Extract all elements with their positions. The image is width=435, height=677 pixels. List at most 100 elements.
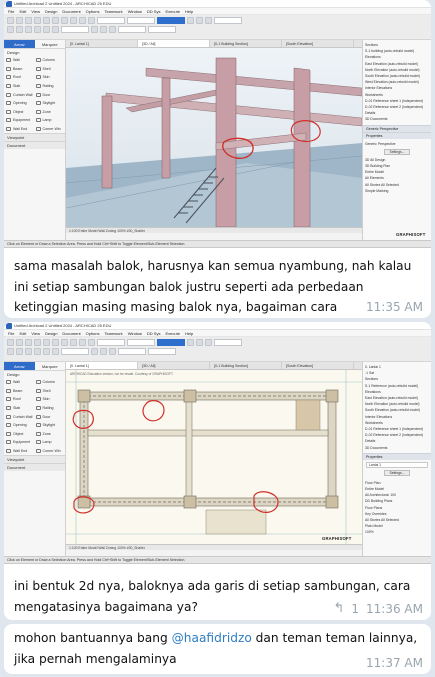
- toolbox-viewpoint-section[interactable]: Viewpoint: [4, 455, 65, 464]
- properties-header[interactable]: Properties: [363, 131, 431, 139]
- toolbar-button[interactable]: [187, 17, 194, 24]
- toolbar-button[interactable]: [7, 348, 14, 355]
- toolbar-button[interactable]: [79, 339, 86, 346]
- toolbar-dropdown[interactable]: [127, 17, 155, 24]
- 3d-canvas[interactable]: [66, 48, 362, 227]
- toolbar-button[interactable]: [43, 26, 50, 33]
- tool-lamp[interactable]: Lamp: [35, 116, 64, 125]
- toolbar-button[interactable]: [25, 339, 32, 346]
- tool-shell[interactable]: Shell: [35, 65, 64, 74]
- nav-item[interactable]: 3D Documents: [365, 445, 429, 451]
- menu-item[interactable]: View: [31, 8, 40, 14]
- menu-item[interactable]: Design: [45, 8, 57, 14]
- tool-slab[interactable]: Slab: [6, 82, 34, 91]
- toolbar-button[interactable]: [16, 17, 23, 24]
- toolbar-button[interactable]: [43, 339, 50, 346]
- toolbar-button[interactable]: [16, 339, 23, 346]
- story-field[interactable]: Lantai 1: [366, 461, 428, 468]
- toolbar-button[interactable]: [61, 339, 68, 346]
- tool-skylight[interactable]: Skylight: [35, 421, 64, 430]
- toolbar-dropdown[interactable]: [118, 348, 146, 355]
- toolbar-button[interactable]: [205, 17, 212, 24]
- toolbar-button[interactable]: [7, 339, 14, 346]
- toolbar-button[interactable]: [109, 26, 116, 33]
- properties-header[interactable]: Properties: [363, 452, 431, 460]
- tool-opening[interactable]: Opening: [6, 421, 34, 430]
- screenshot-floor-plan[interactable]: Untitled Archicad 2 Untitled 2024 - ARCH…: [4, 322, 431, 564]
- tool-roof[interactable]: Roof: [6, 395, 34, 404]
- tool-wall[interactable]: Wall: [6, 378, 34, 387]
- tool-opening[interactable]: Opening: [6, 99, 34, 108]
- property-row[interactable]: 100%: [365, 529, 429, 535]
- menu-item[interactable]: Help: [185, 330, 193, 336]
- toolbar-button[interactable]: [88, 17, 95, 24]
- tool-roof[interactable]: Roof: [6, 73, 34, 82]
- menu-item[interactable]: File: [8, 8, 14, 14]
- tool-column[interactable]: Column: [35, 378, 64, 387]
- menu-item[interactable]: Design: [45, 330, 57, 336]
- toolbar-button[interactable]: [52, 26, 59, 33]
- menu-item[interactable]: DD Sys: [147, 8, 161, 14]
- tool-curtain-wall[interactable]: Curtain Wall: [6, 412, 34, 421]
- toolbar-button[interactable]: [34, 17, 41, 24]
- menu-item[interactable]: Teamwork: [104, 8, 122, 14]
- toolbox-document-section[interactable]: Document: [4, 141, 65, 150]
- tool-beam[interactable]: Beam: [6, 65, 34, 74]
- reply-count[interactable]: 1: [351, 602, 359, 616]
- floor-plan-button[interactable]: [157, 339, 185, 346]
- screenshot-3d-view[interactable]: Untitled Archicad 2 Untitled 2024 - ARCH…: [4, 0, 431, 248]
- menu-item[interactable]: Options: [86, 330, 100, 336]
- tool-corner-window[interactable]: Corner Win: [35, 447, 64, 456]
- tool-object[interactable]: Object: [6, 108, 34, 117]
- tool-railing[interactable]: Railing: [35, 82, 64, 91]
- menu-item[interactable]: Window: [128, 330, 142, 336]
- toolbar-button[interactable]: [70, 17, 77, 24]
- tool-corner-window[interactable]: Corner Win: [35, 125, 64, 134]
- toolbar-button[interactable]: [7, 17, 14, 24]
- tab-floor-plan[interactable]: [0. Lantai 1]: [66, 362, 138, 369]
- reply-icon[interactable]: ↰: [333, 601, 344, 616]
- menu-item[interactable]: Edit: [19, 8, 26, 14]
- tool-equipment[interactable]: Equipment: [6, 438, 34, 447]
- settings-button[interactable]: Settings...: [384, 148, 410, 155]
- tool-wall-end[interactable]: Wall End: [6, 125, 34, 134]
- tool-railing[interactable]: Railing: [35, 404, 64, 413]
- property-row[interactable]: Simple Marking: [365, 188, 429, 194]
- toolbar-button[interactable]: [34, 339, 41, 346]
- menu-item[interactable]: File: [8, 330, 14, 336]
- toolbar-button[interactable]: [43, 348, 50, 355]
- tab-3d[interactable]: [3D / All]: [138, 362, 210, 369]
- toolbar-button[interactable]: [70, 339, 77, 346]
- toolbar-button[interactable]: [16, 348, 23, 355]
- toolbar-button[interactable]: [196, 339, 203, 346]
- tool-column[interactable]: Column: [35, 56, 64, 65]
- nav-item[interactable]: South Elevation (auto-rebuild model): [365, 407, 429, 413]
- marquee-tab[interactable]: Marquee: [35, 362, 66, 370]
- tab-floor-plan[interactable]: [0. Lantai 1]: [66, 40, 138, 47]
- toolbar-dropdown[interactable]: [97, 339, 125, 346]
- toolbar-dropdown[interactable]: [127, 339, 155, 346]
- toolbar-button[interactable]: [205, 339, 212, 346]
- settings-button[interactable]: Settings...: [384, 469, 410, 476]
- menu-item[interactable]: Execute: [165, 8, 179, 14]
- toolbar-dropdown[interactable]: [148, 26, 176, 33]
- tool-shell[interactable]: Shell: [35, 387, 64, 396]
- toolbar-button[interactable]: [187, 339, 194, 346]
- toolbar-button[interactable]: [196, 17, 203, 24]
- menu-item[interactable]: Teamwork: [104, 330, 122, 336]
- tab-section[interactable]: [0-1 Building Section]: [210, 362, 282, 369]
- toolbar-button[interactable]: [100, 26, 107, 33]
- toolbar-dropdown[interactable]: [214, 339, 242, 346]
- tool-wall[interactable]: Wall: [6, 56, 34, 65]
- tool-lamp[interactable]: Lamp: [35, 438, 64, 447]
- 3d-window-button[interactable]: [157, 17, 185, 24]
- arrow-tab[interactable]: Arrow: [4, 40, 35, 48]
- toolbar-dropdown[interactable]: [148, 348, 176, 355]
- menu-item[interactable]: Edit: [19, 330, 26, 336]
- toolbox-design-header[interactable]: Design: [4, 49, 65, 56]
- toolbar-dropdown[interactable]: [97, 17, 125, 24]
- generic-perspective-header[interactable]: Generic Perspective: [363, 124, 431, 132]
- toolbar-button[interactable]: [52, 17, 59, 24]
- tool-door[interactable]: Door: [35, 90, 64, 99]
- toolbar-button[interactable]: [52, 339, 59, 346]
